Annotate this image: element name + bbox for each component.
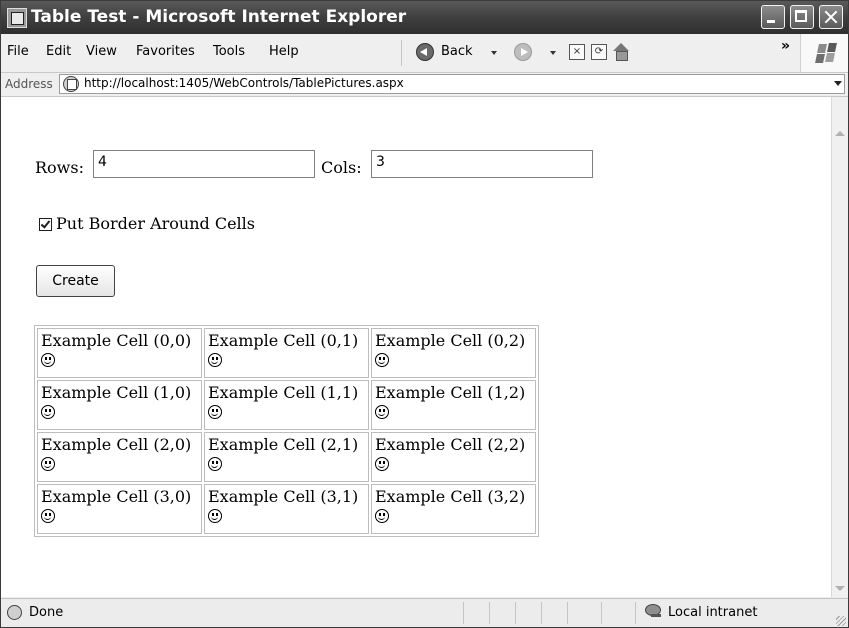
page-icon bbox=[63, 76, 79, 92]
menu-favorites[interactable]: Favorites bbox=[136, 44, 195, 59]
window-title: Table Test - Microsoft Internet Explorer bbox=[31, 7, 407, 27]
status-pane bbox=[463, 602, 464, 624]
address-bar: Address http://localhost:1405/WebControl… bbox=[1, 73, 848, 97]
toolbar-separator bbox=[401, 40, 402, 66]
title-bar: Table Test - Microsoft Internet Explorer bbox=[1, 1, 848, 34]
status-pane bbox=[541, 602, 542, 624]
cell-label: Example Cell (0,1) bbox=[208, 331, 359, 350]
scroll-up-icon[interactable] bbox=[835, 131, 845, 136]
close-button[interactable] bbox=[819, 5, 843, 29]
windows-logo-icon bbox=[800, 34, 848, 72]
status-pane bbox=[515, 602, 516, 624]
status-text: Done bbox=[29, 605, 64, 620]
table-row: Example Cell (3,0) Example Cell (3,1) Exam… bbox=[37, 484, 536, 534]
page-content: Rows: 4 Cols: 3 Put Border Around Cells … bbox=[1, 97, 831, 597]
resize-grip-icon[interactable] bbox=[836, 616, 846, 626]
cell-label: Example Cell (0,2) bbox=[375, 331, 526, 350]
table-cell: Example Cell (2,0) bbox=[37, 432, 202, 482]
address-field[interactable]: http://localhost:1405/WebControls/TableP… bbox=[59, 74, 845, 94]
minimize-button[interactable] bbox=[761, 5, 785, 29]
cell-label: Example Cell (0,0) bbox=[41, 331, 192, 350]
address-url[interactable]: http://localhost:1405/WebControls/TableP… bbox=[84, 76, 404, 90]
back-arrow-icon[interactable] bbox=[416, 43, 434, 61]
smiley-icon bbox=[41, 509, 55, 523]
cell-label: Example Cell (1,1) bbox=[208, 383, 359, 402]
back-button-label[interactable]: Back bbox=[441, 44, 473, 59]
smiley-icon bbox=[375, 457, 389, 471]
cols-label: Cols: bbox=[321, 158, 362, 177]
cell-table: Example Cell (0,0) Example Cell (0,1) Exam… bbox=[34, 325, 539, 537]
table-cell: Example Cell (0,1) bbox=[204, 328, 369, 378]
create-button[interactable]: Create bbox=[36, 265, 115, 297]
table-row: Example Cell (0,0) Example Cell (0,1) Exam… bbox=[37, 328, 536, 378]
rows-label: Rows: bbox=[35, 158, 84, 177]
smiley-icon bbox=[208, 353, 222, 367]
menu-view[interactable]: View bbox=[86, 44, 117, 59]
table-cell: Example Cell (3,2) bbox=[371, 484, 536, 534]
cell-label: Example Cell (2,0) bbox=[41, 435, 192, 454]
back-dropdown-icon[interactable] bbox=[491, 51, 497, 55]
cell-label: Example Cell (2,1) bbox=[208, 435, 359, 454]
table-cell: Example Cell (0,0) bbox=[37, 328, 202, 378]
status-pane bbox=[567, 602, 568, 624]
cell-label: Example Cell (3,2) bbox=[375, 487, 526, 506]
scroll-down-icon[interactable] bbox=[835, 586, 845, 591]
smiley-icon bbox=[41, 353, 55, 367]
menu-edit[interactable]: Edit bbox=[46, 44, 71, 59]
cell-label: Example Cell (3,0) bbox=[41, 487, 192, 506]
status-bar: Done Local intranet bbox=[1, 598, 848, 627]
smiley-icon bbox=[208, 405, 222, 419]
address-dropdown-icon[interactable] bbox=[834, 81, 842, 86]
border-checkbox-label[interactable]: Put Border Around Cells bbox=[56, 214, 255, 233]
refresh-icon[interactable]: ⟳ bbox=[591, 44, 607, 60]
rows-input[interactable]: 4 bbox=[93, 150, 315, 178]
status-pane bbox=[635, 602, 636, 624]
border-checkbox[interactable] bbox=[39, 218, 52, 231]
done-page-icon bbox=[7, 605, 22, 620]
cell-label: Example Cell (3,1) bbox=[208, 487, 359, 506]
table-cell: Example Cell (2,1) bbox=[204, 432, 369, 482]
table-row: Example Cell (2,0) Example Cell (2,1) Exam… bbox=[37, 432, 536, 482]
table-cell: Example Cell (3,1) bbox=[204, 484, 369, 534]
intranet-zone-icon bbox=[643, 602, 665, 620]
smiley-icon bbox=[208, 509, 222, 523]
smiley-icon bbox=[375, 353, 389, 367]
table-cell: Example Cell (0,2) bbox=[371, 328, 536, 378]
browser-window: Table Test - Microsoft Internet Explorer… bbox=[0, 0, 849, 628]
menu-help[interactable]: Help bbox=[269, 44, 299, 59]
cell-label: Example Cell (1,2) bbox=[375, 383, 526, 402]
table-cell: Example Cell (3,0) bbox=[37, 484, 202, 534]
cell-label: Example Cell (1,0) bbox=[41, 383, 192, 402]
vertical-scrollbar[interactable] bbox=[831, 97, 848, 597]
smiley-icon bbox=[208, 457, 222, 471]
smiley-icon bbox=[41, 405, 55, 419]
menu-file[interactable]: File bbox=[7, 44, 29, 59]
toolbar-overflow-chevron[interactable]: » bbox=[781, 38, 790, 54]
security-zone-label: Local intranet bbox=[668, 605, 758, 620]
menu-toolbar-row: File Edit View Favorites Tools Help Back… bbox=[1, 34, 848, 73]
table-cell: Example Cell (1,1) bbox=[204, 380, 369, 430]
forward-dropdown-icon[interactable] bbox=[550, 51, 556, 55]
smiley-icon bbox=[375, 509, 389, 523]
stop-icon[interactable]: × bbox=[569, 44, 585, 60]
address-label: Address bbox=[5, 77, 53, 91]
ie-window-icon bbox=[7, 8, 27, 28]
table-cell: Example Cell (1,0) bbox=[37, 380, 202, 430]
status-pane bbox=[489, 602, 490, 624]
table-row: Example Cell (1,0) Example Cell (1,1) Exam… bbox=[37, 380, 536, 430]
home-icon[interactable] bbox=[612, 43, 630, 61]
smiley-icon bbox=[375, 405, 389, 419]
cell-label: Example Cell (2,2) bbox=[375, 435, 526, 454]
smiley-icon bbox=[41, 457, 55, 471]
table-cell: Example Cell (1,2) bbox=[371, 380, 536, 430]
table-cell: Example Cell (2,2) bbox=[371, 432, 536, 482]
maximize-button[interactable] bbox=[790, 5, 814, 29]
cols-input[interactable]: 3 bbox=[371, 150, 593, 178]
menu-tools[interactable]: Tools bbox=[213, 44, 245, 59]
forward-arrow-icon[interactable] bbox=[514, 43, 532, 61]
status-pane bbox=[601, 602, 602, 624]
